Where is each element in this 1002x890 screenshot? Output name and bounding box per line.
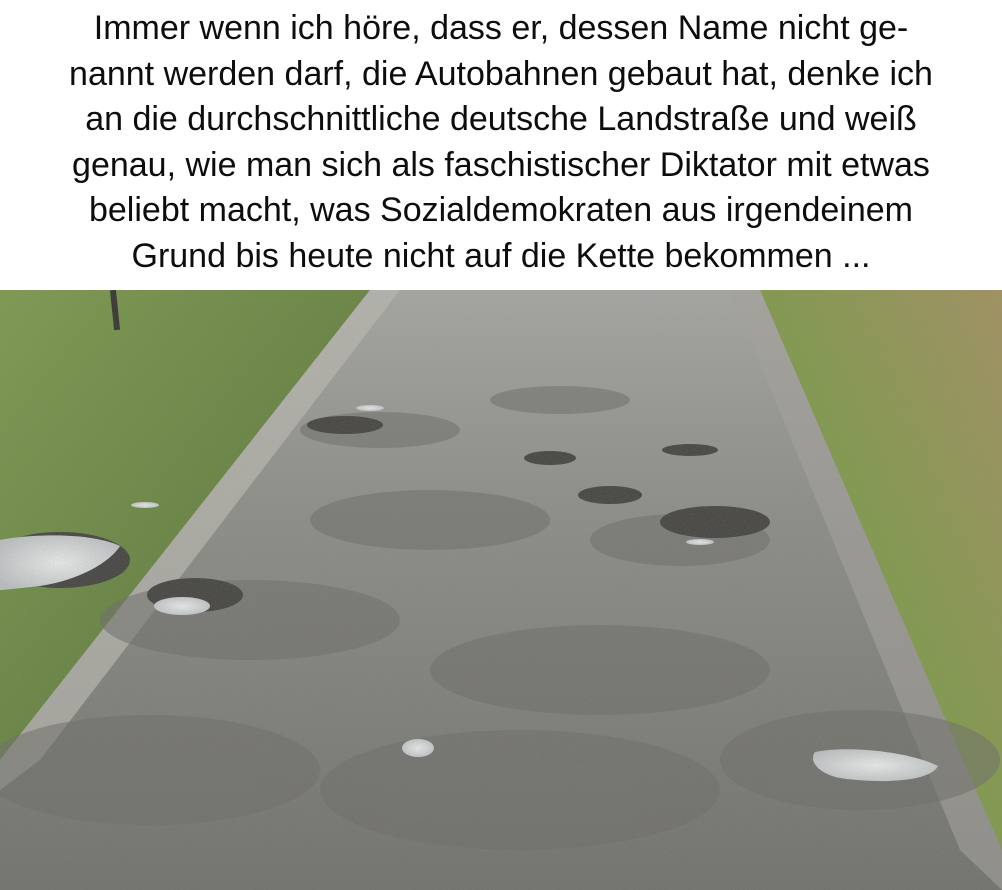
meme-caption: Immer wenn ich höre, dass er, dessen Nam…: [0, 0, 1002, 290]
caption-line: Grund bis heute nicht auf die Kette beko…: [131, 236, 871, 275]
caption-line: beliebt macht, was Sozialdemokraten aus …: [88, 191, 913, 229]
caption-line: nannt werden darf, die Autobahnen gebaut…: [69, 54, 933, 93]
caption-line: Immer wenn ich höre, dass er, dessen Nam…: [93, 9, 909, 47]
caption-line: an die durchschnittliche deutsche Landst…: [85, 100, 917, 138]
caption-line: genau, wie man sich als faschistischer D…: [72, 145, 930, 184]
road-scene-illustration: [0, 290, 1002, 890]
surface-texture: [0, 290, 1002, 890]
road-photo: [0, 290, 1002, 890]
